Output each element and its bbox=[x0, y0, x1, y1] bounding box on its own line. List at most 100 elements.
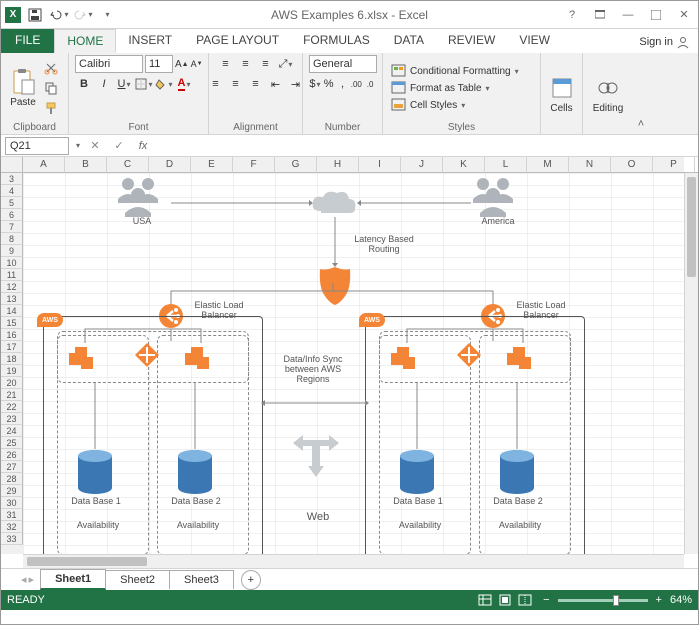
cells-menu-button[interactable]: Cells bbox=[546, 72, 578, 116]
align-top-button[interactable]: ≡ bbox=[217, 55, 235, 73]
decrease-decimal-button[interactable]: .0 bbox=[364, 75, 376, 93]
ribbon-help-button[interactable]: ? bbox=[558, 5, 586, 25]
users-icon-usa bbox=[113, 175, 173, 217]
tab-data[interactable]: DATA bbox=[382, 29, 436, 53]
zoom-out-button[interactable]: − bbox=[543, 594, 549, 606]
enter-formula-button[interactable]: ✓ bbox=[110, 137, 128, 155]
italic-button[interactable]: I bbox=[95, 75, 113, 93]
sheet-tab-1[interactable]: Sheet1 bbox=[40, 569, 106, 590]
row-headers[interactable]: 3456789101112131415161718192021222324252… bbox=[1, 173, 23, 554]
font-color-button[interactable]: A▾ bbox=[175, 75, 193, 93]
font-name-input[interactable] bbox=[75, 55, 143, 73]
db-icon-l1 bbox=[75, 449, 115, 495]
paste-button[interactable]: Paste bbox=[7, 66, 39, 110]
font-size-input[interactable] bbox=[145, 55, 173, 73]
cloud-icon bbox=[309, 189, 359, 219]
align-left-button[interactable]: ≡ bbox=[207, 75, 225, 93]
indent-decrease-button[interactable]: ⇤ bbox=[267, 75, 285, 93]
zoom-slider[interactable] bbox=[558, 599, 648, 602]
increase-decimal-button[interactable]: .00 bbox=[350, 75, 362, 93]
db-icon-r2 bbox=[497, 449, 537, 495]
label-db-l2: Data Base 2 bbox=[169, 497, 223, 507]
tab-view[interactable]: VIEW bbox=[507, 29, 562, 53]
zoom-level[interactable]: 64% bbox=[670, 594, 692, 606]
name-box[interactable] bbox=[5, 137, 69, 155]
decrease-font-button[interactable]: A▼ bbox=[191, 55, 203, 73]
cell-styles-button[interactable]: Cell Styles▾ bbox=[389, 97, 521, 113]
increase-font-button[interactable]: A▲ bbox=[175, 55, 189, 73]
status-bar: READY − + 64% bbox=[1, 590, 698, 610]
arrow-america-cloud bbox=[357, 199, 471, 207]
cells-viewport[interactable]: USA America Latency Based Routing Elasti… bbox=[23, 173, 684, 554]
view-page-break-button[interactable] bbox=[515, 592, 535, 608]
view-page-layout-button[interactable] bbox=[495, 592, 515, 608]
zoom-in-button[interactable]: + bbox=[656, 594, 662, 606]
label-avail-r1: Availability bbox=[395, 521, 445, 531]
conditional-formatting-button[interactable]: Conditional Formatting▾ bbox=[389, 63, 521, 79]
fx-button[interactable]: fx bbox=[134, 137, 152, 155]
align-bottom-button[interactable]: ≡ bbox=[257, 55, 275, 73]
tab-home[interactable]: HOME bbox=[54, 29, 116, 53]
vertical-scrollbar[interactable] bbox=[684, 173, 698, 554]
view-normal-button[interactable] bbox=[475, 592, 495, 608]
qat-save-button[interactable] bbox=[25, 5, 45, 25]
autoscale-rhombus-l bbox=[133, 341, 161, 369]
cut-button[interactable] bbox=[42, 59, 60, 77]
editing-menu-button[interactable]: Editing bbox=[591, 72, 626, 116]
ribbon-display-button[interactable] bbox=[586, 5, 614, 25]
format-painter-button[interactable] bbox=[42, 99, 60, 117]
select-all-corner[interactable] bbox=[1, 157, 23, 173]
sheet-tab-3[interactable]: Sheet3 bbox=[169, 570, 234, 589]
sign-in-link[interactable]: Sign in bbox=[631, 31, 698, 53]
close-button[interactable]: ✕ bbox=[670, 5, 698, 25]
fill-color-button[interactable]: ▾ bbox=[155, 75, 173, 93]
users-icon-america bbox=[468, 175, 528, 217]
qat-redo-button[interactable]: ▾ bbox=[73, 5, 93, 25]
bold-button[interactable]: B bbox=[75, 75, 93, 93]
sheet-nav-prev[interactable]: ◂ bbox=[21, 573, 27, 586]
column-headers[interactable]: ABCDEFGHIJKLMNOPQ bbox=[23, 157, 684, 173]
underline-button[interactable]: U▾ bbox=[115, 75, 133, 93]
comma-button[interactable]: , bbox=[337, 75, 349, 93]
new-sheet-button[interactable]: + bbox=[241, 570, 261, 590]
format-as-table-button[interactable]: Format as Table▾ bbox=[389, 80, 521, 96]
qat-undo-button[interactable]: ▾ bbox=[49, 5, 69, 25]
cancel-formula-button[interactable]: ✕ bbox=[86, 137, 104, 155]
alignment-group-label: Alignment bbox=[215, 121, 296, 133]
horizontal-scrollbar[interactable] bbox=[23, 554, 684, 568]
maximize-button[interactable] bbox=[642, 5, 670, 25]
number-format-select[interactable] bbox=[309, 55, 377, 73]
align-middle-button[interactable]: ≡ bbox=[237, 55, 255, 73]
align-center-button[interactable]: ≡ bbox=[227, 75, 245, 93]
status-ready: READY bbox=[7, 594, 45, 606]
indent-increase-button[interactable]: ⇥ bbox=[287, 75, 305, 93]
currency-button[interactable]: $▾ bbox=[309, 75, 321, 93]
label-web: Web bbox=[303, 511, 333, 523]
ec2-cubes-r2 bbox=[505, 343, 539, 373]
autoscale-rhombus-r bbox=[455, 341, 483, 369]
borders-button[interactable]: ▾ bbox=[135, 75, 153, 93]
aws-badge-left: AWS bbox=[37, 313, 63, 327]
orientation-button[interactable]: ⤢▾ bbox=[277, 55, 295, 73]
window-title: AWS Examples 6.xlsx - Excel bbox=[271, 8, 428, 22]
worksheet-grid: ABCDEFGHIJKLMNOPQ 3456789101112131415161… bbox=[1, 157, 698, 568]
tab-formulas[interactable]: FORMULAS bbox=[291, 29, 382, 53]
label-latency: Latency Based Routing bbox=[349, 235, 419, 255]
collapse-ribbon-button[interactable]: ˄ bbox=[633, 53, 649, 134]
tab-insert[interactable]: INSERT bbox=[116, 29, 184, 53]
formula-bar[interactable] bbox=[158, 137, 694, 155]
minimize-button[interactable]: — bbox=[614, 5, 642, 25]
label-avail-l1: Availability bbox=[73, 521, 123, 531]
sheet-tab-2[interactable]: Sheet2 bbox=[105, 570, 170, 589]
t-arrow-icon bbox=[291, 429, 341, 479]
tab-review[interactable]: REVIEW bbox=[436, 29, 507, 53]
qat-customize-button[interactable]: ▾ bbox=[97, 5, 117, 25]
sheet-nav-next[interactable]: ▸ bbox=[29, 573, 35, 586]
tab-page-layout[interactable]: PAGE LAYOUT bbox=[184, 29, 291, 53]
tab-file[interactable]: FILE bbox=[1, 29, 54, 53]
arrow-usa-cloud bbox=[171, 199, 313, 207]
percent-button[interactable]: % bbox=[323, 75, 335, 93]
copy-button[interactable] bbox=[42, 79, 60, 97]
align-right-button[interactable]: ≡ bbox=[247, 75, 265, 93]
db-icon-l2 bbox=[175, 449, 215, 495]
